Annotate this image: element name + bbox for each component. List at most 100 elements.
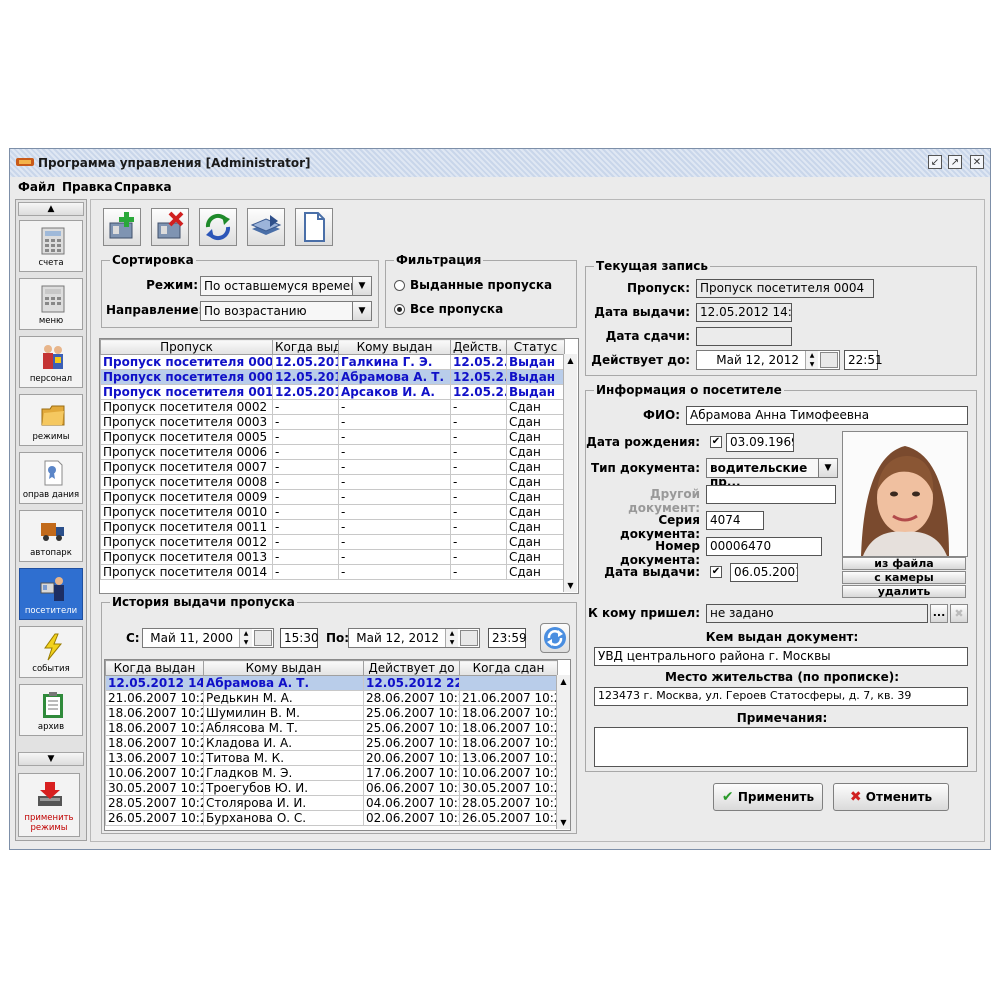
- table-row[interactable]: 18.06.2007 10:20Шумилин В. М.25.06.2007 …: [105, 705, 558, 721]
- sidebar-item-excuses[interactable]: оправ дания: [19, 452, 83, 504]
- table-row[interactable]: Пропуск посетителя 0012- - - Сдан: [100, 534, 565, 550]
- table-row[interactable]: 18.06.2007 10:20Кладова И. А.25.06.2007 …: [105, 735, 558, 751]
- spinner-arrows-icon[interactable]: ▲ ▼: [239, 629, 252, 647]
- scroll-down-icon[interactable]: ▼: [557, 816, 570, 829]
- add-pass-button[interactable]: [103, 208, 141, 246]
- scroll-up-icon[interactable]: ▲: [557, 675, 570, 688]
- table-row[interactable]: Пропуск посетителя 0013- - - Сдан: [100, 549, 565, 565]
- table-row[interactable]: 28.05.2007 10:20Столярова И. И.04.06.200…: [105, 795, 558, 811]
- delete-pass-button[interactable]: [151, 208, 189, 246]
- clear-icon[interactable]: ✖: [950, 604, 968, 623]
- restore-icon[interactable]: ↙: [928, 155, 942, 169]
- doc-date-field[interactable]: 06.05.2001: [730, 563, 798, 582]
- col-issued-to[interactable]: Кому выдан: [338, 339, 451, 355]
- address-field[interactable]: 123473 г. Москва, ул. Героев Статосферы,…: [594, 687, 968, 706]
- col-issued[interactable]: Когда выд...: [272, 339, 339, 355]
- table-row[interactable]: Пропуск посетителя 0003- - - Сдан: [100, 414, 565, 430]
- col-pass[interactable]: Пропуск: [100, 339, 273, 355]
- table-row[interactable]: Пропуск посетителя 001512.05.2012Арсаков…: [100, 384, 565, 400]
- menu-help[interactable]: Справка: [114, 180, 172, 194]
- calendar-icon[interactable]: [820, 352, 838, 368]
- calendar-icon[interactable]: [254, 630, 272, 646]
- menu-file[interactable]: Файл: [18, 180, 55, 194]
- history-refresh-button[interactable]: [540, 623, 570, 653]
- cancel-button[interactable]: ✖ Отменить: [833, 783, 949, 811]
- table-row[interactable]: Пропуск посетителя 0010- - - Сдан: [100, 504, 565, 520]
- notes-field[interactable]: [594, 727, 968, 767]
- table-row[interactable]: Пропуск посетителя 0008- - - Сдан: [100, 474, 565, 490]
- table-row[interactable]: 13.06.2007 10:20Титова М. К.20.06.2007 1…: [105, 750, 558, 766]
- other-doc-field[interactable]: [706, 485, 836, 504]
- table-row[interactable]: Пропуск посетителя 000412.05.2012Абрамов…: [100, 369, 565, 385]
- history-to-date[interactable]: Май 12, 2012 ▲ ▼: [348, 628, 480, 648]
- current-valid-time[interactable]: 22:51: [844, 350, 883, 370]
- new-document-button[interactable]: [295, 208, 333, 246]
- sidebar-item-menu[interactable]: меню: [19, 278, 83, 330]
- spinner-arrows-icon[interactable]: ▲ ▼: [805, 351, 818, 369]
- doc-date-checkbox[interactable]: ✔: [710, 566, 722, 578]
- filter-all-label[interactable]: Все пропуска: [410, 302, 503, 316]
- chevron-down-icon[interactable]: ▼: [818, 459, 837, 477]
- maximize-icon[interactable]: ↗: [948, 155, 962, 169]
- history-to-time[interactable]: 23:59: [488, 628, 527, 648]
- sidebar-item-visitors[interactable]: посетители: [19, 568, 83, 620]
- close-icon[interactable]: ✕: [970, 155, 984, 169]
- table-row[interactable]: Пропуск посетителя 0011- - - Сдан: [100, 519, 565, 535]
- table-row[interactable]: Пропуск посетителя 0009- - - Сдан: [100, 489, 565, 505]
- sidebar-item-staff[interactable]: персонал: [19, 336, 83, 388]
- table-row[interactable]: 30.05.2007 10:20Троегубов Ю. И.06.06.200…: [105, 780, 558, 796]
- table-row[interactable]: 10.06.2007 10:20Гладков М. Э.17.06.2007 …: [105, 765, 558, 781]
- table-row[interactable]: 21.06.2007 10:20Редькин М. А.28.06.2007 …: [105, 690, 558, 706]
- refresh-button[interactable]: [199, 208, 237, 246]
- col-issued-to[interactable]: Кому выдан: [203, 660, 364, 676]
- browse-button[interactable]: ...: [930, 604, 948, 623]
- photo-from-file-button[interactable]: из файла: [842, 557, 966, 570]
- scroll-down-icon[interactable]: ▼: [564, 579, 577, 592]
- scroll-up-icon[interactable]: ▲: [564, 354, 577, 367]
- photo-from-camera-button[interactable]: с камеры: [842, 571, 966, 584]
- birth-date-checkbox[interactable]: ✔: [710, 436, 722, 448]
- table-row[interactable]: 26.05.2007 10:20Бурханова О. С.02.06.200…: [105, 810, 558, 826]
- table-row[interactable]: Пропуск посетителя 0007- - - Сдан: [100, 459, 565, 475]
- calendar-icon[interactable]: [460, 630, 478, 646]
- sidebar-item-events[interactable]: события: [19, 626, 83, 678]
- table-row[interactable]: Пропуск посетителя 0005- - - Сдан: [100, 429, 565, 445]
- current-issue-field[interactable]: 12.05.2012 14:51: [696, 303, 792, 322]
- passes-scrollbar[interactable]: ▲ ▼: [563, 354, 577, 592]
- col-valid-until[interactable]: Действует до: [363, 660, 460, 676]
- sort-direction-select[interactable]: По возрастанию ▼: [200, 301, 372, 321]
- photo-delete-button[interactable]: удалить: [842, 585, 966, 598]
- apply-button[interactable]: ✔ Применить: [713, 783, 823, 811]
- apply-modes-button[interactable]: применить режимы: [18, 773, 80, 837]
- table-row[interactable]: 18.06.2007 10:20Аблясова М. Т.25.06.2007…: [105, 720, 558, 736]
- came-to-field[interactable]: не задано: [706, 604, 928, 623]
- col-issued[interactable]: Когда выдан: [105, 660, 204, 676]
- col-returned[interactable]: Когда сдан: [459, 660, 558, 676]
- sidebar-item-modes[interactable]: режимы: [19, 394, 83, 446]
- sidebar-item-accounts[interactable]: счета: [19, 220, 83, 272]
- sidebar-item-archive[interactable]: архив: [19, 684, 83, 736]
- col-status[interactable]: Статус: [506, 339, 565, 355]
- history-from-date[interactable]: Май 11, 2000 ▲ ▼: [142, 628, 274, 648]
- table-row[interactable]: Пропуск посетителя 0002- - - Сдан: [100, 399, 565, 415]
- table-row[interactable]: Пропуск посетителя 0014- - - Сдан: [100, 564, 565, 580]
- filter-all-radio[interactable]: [394, 304, 405, 315]
- spinner-arrows-icon[interactable]: ▲ ▼: [445, 629, 458, 647]
- current-pass-field[interactable]: Пропуск посетителя 0004: [696, 279, 874, 298]
- issued-by-field[interactable]: УВД центрального района г. Москвы: [594, 647, 968, 666]
- history-scrollbar[interactable]: ▲ ▼: [556, 675, 570, 829]
- current-return-field[interactable]: [696, 327, 792, 346]
- chevron-down-icon[interactable]: ▼: [352, 302, 371, 320]
- filter-issued-label[interactable]: Выданные пропуска: [410, 278, 552, 292]
- current-valid-date[interactable]: Май 12, 2012 ▲ ▼: [696, 350, 840, 370]
- table-row[interactable]: Пропуск посетителя 0006- - - Сдан: [100, 444, 565, 460]
- table-row[interactable]: 12.05.2012 14:51Абрамова А. Т.12.05.2012…: [105, 675, 558, 691]
- doc-type-select[interactable]: водительские пр... ▼: [706, 458, 838, 489]
- sidebar-scroll-down[interactable]: ▼: [18, 752, 84, 766]
- birth-date-field[interactable]: 03.09.1969: [726, 433, 794, 452]
- title-bar[interactable]: Программа управления [Administrator] ↙ ↗…: [10, 149, 990, 178]
- sort-mode-select[interactable]: По оставшемуся времени ▼: [200, 276, 372, 296]
- doc-series-field[interactable]: 4074: [706, 511, 764, 530]
- menu-edit[interactable]: Правка: [62, 180, 113, 194]
- sidebar-item-fleet[interactable]: автопарк: [19, 510, 83, 562]
